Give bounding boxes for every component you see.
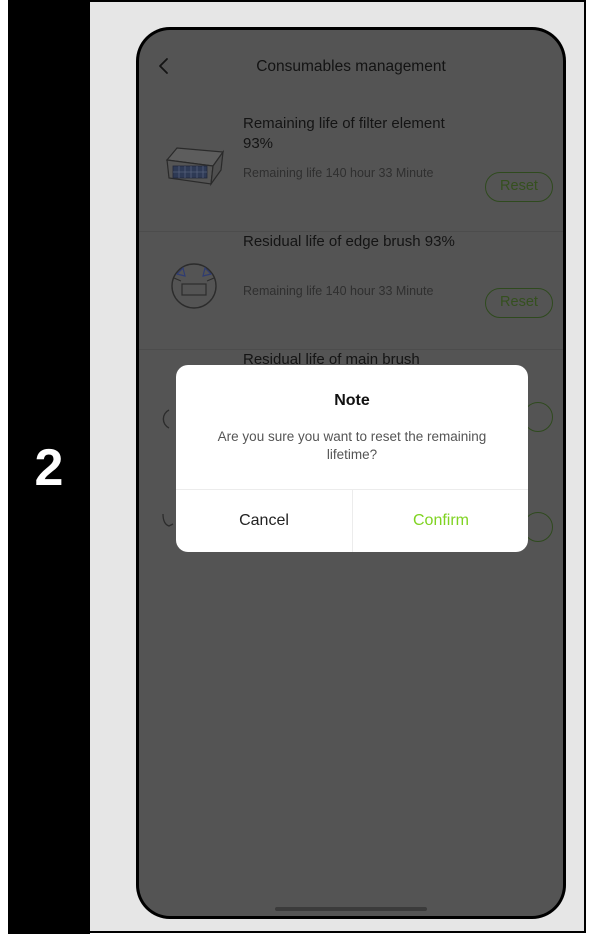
dialog-title: Note [334, 392, 370, 409]
item-remaining-time: Remaining life 140 hour 33 Minute [243, 284, 434, 298]
home-indicator[interactable] [275, 907, 427, 911]
item-title: Residual life of edge brush 93% [243, 233, 455, 250]
step-number: 2 [34, 439, 64, 497]
reset-button-filter[interactable]: Reset [485, 172, 553, 202]
cancel-button[interactable]: Cancel [176, 490, 352, 552]
page-title: Consumables management [256, 58, 446, 75]
consumable-partial-icon [162, 513, 174, 527]
filter-element-icon [165, 147, 225, 187]
nav-bar: Consumables management [139, 48, 563, 84]
confirm-button[interactable]: Confirm [353, 490, 528, 552]
confirm-reset-dialog: Note Are you sure you want to reset the … [176, 365, 528, 552]
item-title: Remaining life of filter element 93% [243, 115, 445, 152]
main-brush-icon [162, 409, 170, 429]
consumable-item-edge-brush: Residual life of edge brush 93% Remainin… [139, 232, 563, 350]
edge-brush-icon [171, 263, 217, 309]
dialog-message: Are you sure you want to reset the remai… [217, 429, 487, 462]
consumable-item-filter: Remaining life of filter element 93% Rem… [139, 114, 563, 232]
item-remaining-time: Remaining life 140 hour 33 Minute [243, 166, 434, 180]
reset-button-edge-brush[interactable]: Reset [485, 288, 553, 318]
